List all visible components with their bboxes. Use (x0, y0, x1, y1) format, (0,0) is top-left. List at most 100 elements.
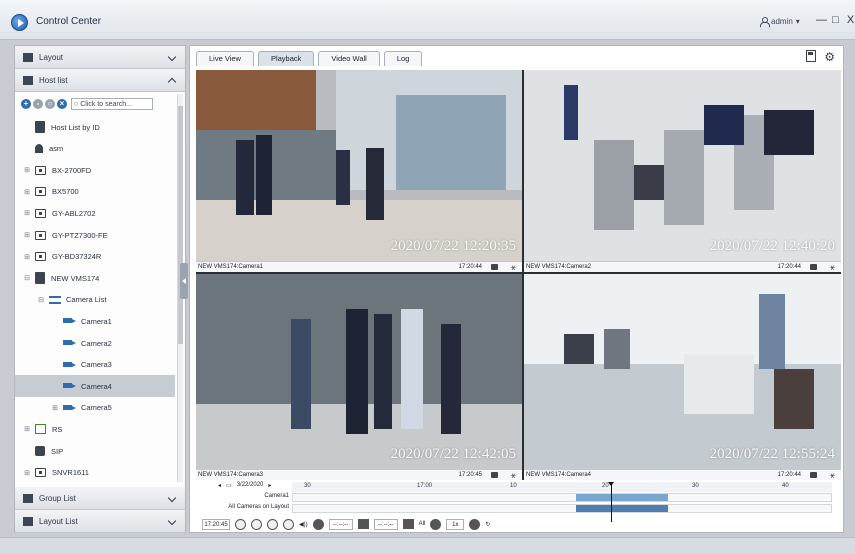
zoom-in-button[interactable] (469, 518, 481, 530)
expander-icon[interactable]: ⊞ (51, 404, 59, 412)
snapshot-icon[interactable] (810, 472, 817, 478)
scroll-thumb[interactable] (178, 106, 183, 344)
playback-timeline: ◂ ▭ 3/22/2020 ▸ 30 17:00 10 20 30 40 Cam… (196, 480, 841, 532)
end-time-field[interactable]: --:--:-- (373, 518, 398, 530)
save-icon[interactable] (806, 50, 817, 62)
remove-icon[interactable]: - (33, 99, 43, 109)
calendar-icon[interactable]: ▭ (226, 482, 232, 489)
pin-icon[interactable]: ⚹ (511, 470, 516, 480)
user-menu[interactable]: admin ▾ (760, 17, 800, 27)
add-icon[interactable]: + (21, 99, 31, 109)
skip-back-button[interactable] (235, 518, 246, 530)
layout-panel-header[interactable]: Layout (15, 46, 185, 69)
tree-item-label: Camera List (66, 295, 107, 305)
device-icon (35, 230, 46, 240)
video-tile-1[interactable]: 2020/07/22 12:20:35 NEW VMS174:Camera1 1… (196, 70, 522, 272)
expander-icon[interactable]: ⊞ (23, 425, 31, 433)
sync-icon[interactable]: ↻ (485, 521, 490, 528)
tree-item[interactable]: ⊞ GY-BD37324R (15, 246, 175, 268)
time-ruler[interactable]: 30 17:00 10 20 30 40 (292, 482, 832, 492)
expander-icon[interactable]: ⊞ (23, 253, 31, 261)
pin-icon[interactable]: ⚹ (830, 262, 835, 272)
tree-item[interactable]: ⊟ Camera List (15, 289, 175, 311)
pin-icon[interactable]: ⚹ (830, 470, 835, 480)
play-button[interactable] (267, 518, 278, 530)
gear-icon[interactable]: ⚙ (824, 50, 835, 64)
tree-item[interactable]: ⊞ SNVR1611 (15, 462, 175, 484)
expander-icon[interactable]: ⊞ (23, 469, 31, 477)
tree-item[interactable]: ⊞ RS (15, 418, 175, 440)
tree-item[interactable]: asm (15, 138, 175, 160)
maximize-button[interactable]: □ (831, 14, 840, 26)
tab-log[interactable]: Log (383, 51, 423, 66)
step-forward-button[interactable] (283, 518, 294, 530)
tree-item-label: GY-BD37324R (52, 252, 102, 262)
mark-in-button[interactable] (357, 519, 369, 529)
user-caret-icon: ▾ (795, 17, 800, 26)
tab-playback[interactable]: Playback (257, 51, 315, 66)
expander-icon[interactable]: ⊞ (23, 166, 31, 174)
group-list-header[interactable]: Group List (15, 487, 185, 510)
tab-video-wall[interactable]: Video Wall (318, 51, 380, 66)
tree-item[interactable]: Camera3 (15, 354, 175, 376)
tile-camera-name: NEW VMS174:Camera3 (198, 472, 264, 478)
volume-icon[interactable]: ◀)) (299, 521, 308, 528)
layout-list-header[interactable]: Layout List (15, 510, 185, 533)
tree-item[interactable]: Camera2 (15, 332, 175, 354)
zoom-out-button[interactable] (430, 518, 442, 530)
hostlist-panel-header[interactable]: Host list (15, 69, 185, 92)
start-time-field[interactable]: --:--:-- (328, 518, 353, 530)
record-button[interactable] (312, 518, 324, 530)
tree-item-label: GY-PTZ7300-FE (52, 230, 108, 240)
video-tile-3[interactable]: 2020/07/22 12:42:05 NEW VMS174:Camera3 1… (196, 274, 522, 480)
tree-item[interactable]: Host List by ID (15, 116, 175, 138)
camera-icon (63, 361, 76, 369)
tree-item[interactable]: ⊟ NEW VMS174 (15, 267, 175, 289)
recording-segment[interactable] (576, 505, 668, 512)
tree-item[interactable]: ⊞ GY-PTZ7300-FE (15, 224, 175, 246)
layout-list-icon (23, 516, 33, 526)
mark-out-button[interactable] (402, 519, 414, 529)
tree-item[interactable]: Camera1 (15, 310, 175, 332)
tree-item[interactable]: ⊞ Camera5 (15, 397, 175, 419)
expander-icon[interactable]: ⊞ (23, 231, 31, 239)
tick-label: 17:00 (417, 483, 433, 489)
tree-item[interactable]: ⊞ BX-2700FD (15, 159, 175, 181)
refresh-icon[interactable]: ○ (45, 99, 55, 109)
expander-icon[interactable]: ⊞ (23, 188, 31, 196)
expander-icon[interactable]: ⊟ (37, 296, 45, 304)
tree-item[interactable]: SIP (15, 440, 175, 462)
video-tile-4[interactable]: 2020/07/22 12:55:24 NEW VMS174:Camera4 1… (524, 274, 841, 480)
prev-day-button[interactable]: ◂ (218, 482, 221, 489)
search-row: + - ○ × ○ Click to search... (21, 98, 153, 110)
recording-segment[interactable] (576, 494, 668, 501)
track-camera1[interactable] (292, 493, 832, 502)
sidebar-collapse-handle[interactable] (180, 263, 188, 299)
pin-icon[interactable]: ⚹ (511, 262, 516, 272)
tree-item[interactable]: Camera4 (15, 375, 175, 398)
camera2-video (524, 70, 841, 261)
expander-icon[interactable]: ⊞ (23, 209, 31, 217)
tree-item[interactable]: ⊞ GY-ABL2702 (15, 202, 175, 224)
current-time-field[interactable]: 17:20:45 (202, 518, 230, 530)
speed-field[interactable]: 1x (446, 518, 465, 530)
layout-label: Layout (39, 52, 64, 62)
settings-icon[interactable]: × (57, 99, 67, 109)
snapshot-icon[interactable] (491, 264, 498, 270)
step-back-button[interactable] (251, 518, 262, 530)
video-tile-2[interactable]: 2020/07/22 12:40:20 NEW VMS174:Camera2 1… (524, 70, 841, 272)
zoom-all-label[interactable]: All (419, 521, 426, 527)
tree-item[interactable]: ⊞ BX5700 (15, 181, 175, 203)
close-button[interactable]: X (846, 14, 855, 26)
expander-icon[interactable]: ⊟ (23, 274, 31, 282)
tab-live-view[interactable]: Live View (196, 51, 254, 66)
camera1-video (196, 70, 522, 261)
track-all-cameras[interactable] (292, 504, 832, 513)
snapshot-icon[interactable] (810, 264, 817, 270)
minimize-button[interactable]: — (816, 14, 827, 26)
snapshot-icon[interactable] (491, 472, 498, 478)
search-input[interactable]: ○ Click to search... (71, 98, 153, 110)
next-day-button[interactable]: ▸ (268, 482, 271, 489)
tile-camera-name: NEW VMS174:Camera2 (526, 264, 592, 270)
tab-bar: Live View Playback Video Wall Log (196, 51, 423, 66)
